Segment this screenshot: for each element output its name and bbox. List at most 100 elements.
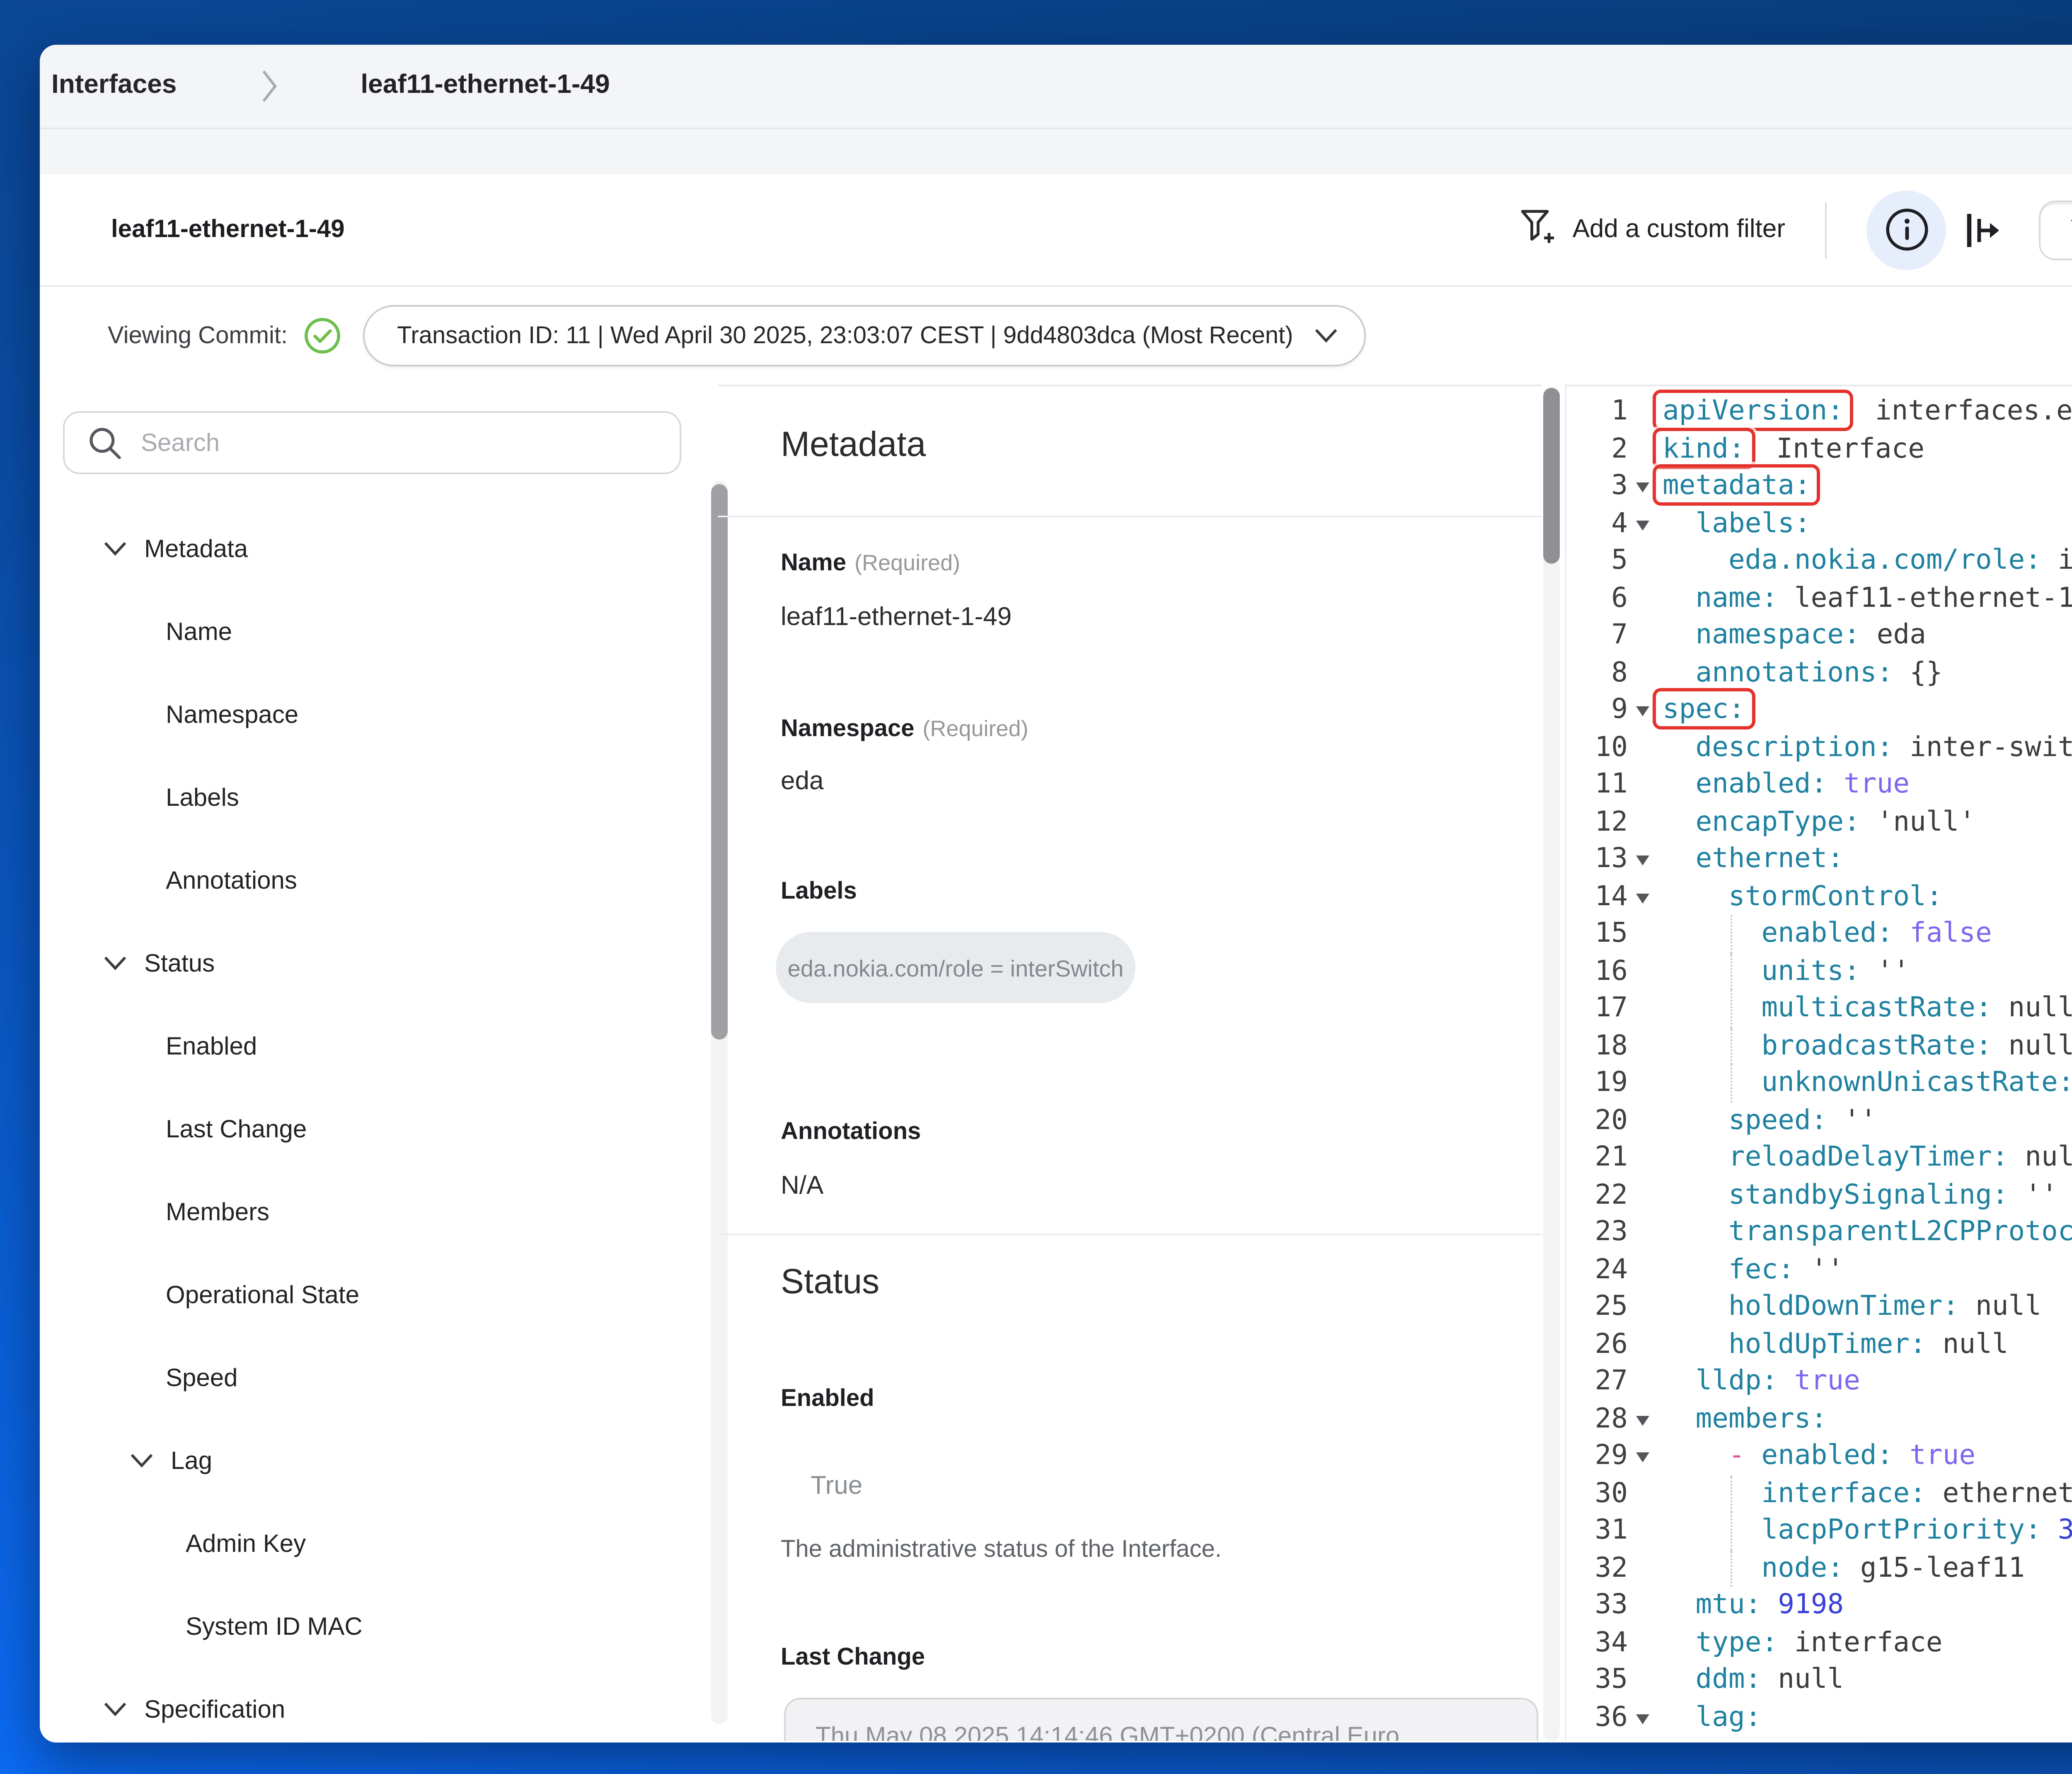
yaml-line-code: unknownUnicastRate: null [1663, 1064, 2072, 1102]
yaml-key: reloadDelayTimer: [1728, 1141, 2009, 1172]
yaml-line-code: multicastRate: null [1663, 990, 2072, 1027]
last-change-field-label: Last Change [781, 1645, 925, 1671]
yaml-value: g15-leaf11 [1844, 1551, 2025, 1583]
metadata-scrollbar-thumb[interactable] [1543, 388, 1560, 564]
yaml-key: encapType: [1696, 805, 1860, 836]
line-number: 24 [1566, 1251, 1628, 1288]
annotation-highlight-box: spec: [1653, 688, 1755, 729]
tree-item-label: Status [144, 949, 215, 977]
tree-item-annotations[interactable]: Annotations [40, 839, 711, 922]
line-number: 4 [1566, 505, 1628, 542]
last-change-value-box[interactable]: Thu May 08 2025 14:14:46 GMT+0200 (Centr… [784, 1698, 1538, 1741]
line-number: 35 [1566, 1661, 1628, 1699]
tree-item-lag[interactable]: Lag [40, 1419, 711, 1502]
yaml-line-7: 7 namespace: eda [1566, 617, 2072, 654]
tree-item-enabled[interactable]: Enabled [40, 1005, 711, 1088]
yaml-line-26: 26 holdUpTimer: null [1566, 1326, 2072, 1363]
search-input[interactable] [141, 429, 663, 457]
yaml-key: interface: [1761, 1476, 1926, 1508]
status-section-title: Status [781, 1263, 879, 1303]
metadata-scrollbar-track[interactable] [1543, 386, 1560, 1741]
yaml-line-code: ethernet: [1663, 841, 1844, 878]
viewing-commit-label: Viewing Commit: [108, 322, 288, 349]
yaml-key: transparentL2CPProtocols: [1728, 1215, 2072, 1247]
yaml-line-code: - enabled: true [1663, 1437, 1975, 1475]
breadcrumb-interfaces[interactable]: Interfaces [51, 71, 177, 101]
yaml-value: true [1893, 1439, 1975, 1471]
line-number: 16 [1566, 952, 1628, 990]
tree-item-specification[interactable]: Specification [40, 1668, 711, 1742]
collapse-caret-icon[interactable] [1636, 706, 1649, 716]
tree-item-label: Specification [144, 1695, 285, 1723]
line-number: 2 [1566, 430, 1628, 468]
label-chip-text: eda.nokia.com/role = interSwitch [788, 954, 1124, 981]
add-custom-filter-label: Add a custom filter [1573, 215, 1785, 245]
tree-item-system-id-mac[interactable]: System ID MAC [40, 1585, 711, 1668]
yaml-line-code: kind: Interface [1663, 430, 1924, 468]
yaml-value: interface [1778, 1626, 1942, 1657]
collapse-caret-icon[interactable] [1636, 855, 1649, 865]
yaml-line-17: 17 multicastRate: null [1566, 990, 2072, 1027]
yaml-value: {} [1893, 656, 1942, 687]
info-button[interactable] [1866, 190, 1946, 269]
tree-item-last-change[interactable]: Last Change [40, 1088, 711, 1171]
line-number: 23 [1566, 1214, 1628, 1251]
add-custom-filter-button[interactable]: Add a custom filter [1520, 209, 1785, 250]
tree-item-status[interactable]: Status [40, 922, 711, 1005]
sidebar-search [63, 411, 681, 474]
tree-item-operational-state[interactable]: Operational State [40, 1253, 711, 1336]
breadcrumb-current: leaf11-ethernet-1-49 [361, 71, 610, 101]
line-number: 29 [1566, 1437, 1628, 1475]
yaml-line-code: speed: '' [1663, 1102, 1877, 1139]
yaml-key: labels: [1696, 507, 1811, 538]
yaml-line-code: standbySignaling: '' [1663, 1176, 2058, 1214]
collapse-caret-icon[interactable] [1636, 520, 1649, 530]
status-section-divider [718, 1234, 1542, 1235]
tree-item-labels[interactable]: Labels [40, 756, 711, 839]
annotation-highlight-box: metadata: [1653, 464, 1821, 506]
view-mode-select[interactable]: YAML [2039, 200, 2072, 259]
yaml-line-23: 23 transparentL2CPProtocols: [] [1566, 1214, 2072, 1251]
yaml-key: enabled: [1762, 1439, 1893, 1471]
yaml-line-1: 1apiVersion: interfaces.eda.nokia.com/v1… [1566, 393, 2072, 430]
tree-item-label: Labels [166, 783, 239, 812]
line-number: 8 [1566, 654, 1628, 691]
tree-item-name[interactable]: Name [40, 590, 711, 673]
yaml-line-16: 16 units: '' [1566, 952, 2072, 990]
yaml-value: 'null' [1860, 805, 1975, 836]
yaml-line-code: holdDownTimer: null [1663, 1288, 2041, 1326]
tree-item-label: Name [166, 618, 232, 646]
yaml-line-32: 32 node: g15-leaf11 [1566, 1549, 2072, 1587]
search-icon [88, 425, 123, 460]
collapse-caret-icon[interactable] [1636, 1452, 1649, 1462]
yaml-line-25: 25 holdDownTimer: null [1566, 1288, 2072, 1326]
yaml-key: annotations: [1696, 656, 1893, 687]
yaml-key: description: [1696, 730, 1893, 762]
tree-item-members[interactable]: Members [40, 1171, 711, 1253]
label-chip[interactable]: eda.nokia.com/role = interSwitch [776, 932, 1135, 1003]
collapse-caret-icon[interactable] [1636, 1415, 1649, 1425]
namespace-field-label: Namespace(Required) [781, 715, 1029, 744]
tree-item-speed[interactable]: Speed [40, 1336, 711, 1419]
yaml-key: unknownUnicastRate: [1761, 1066, 2072, 1098]
yaml-key: kind: [1663, 432, 1745, 463]
yaml-key: mtu: [1696, 1588, 1762, 1620]
transaction-selector[interactable]: Transaction ID: 11 | Wed April 30 2025, … [362, 305, 1366, 366]
yaml-line-3: 3metadata: [1566, 468, 2072, 505]
yaml-key: enabled: [1696, 768, 1828, 799]
tree-item-namespace[interactable]: Namespace [40, 673, 711, 756]
tree-item-metadata[interactable]: Metadata [40, 507, 711, 590]
line-number: 5 [1566, 542, 1628, 579]
yaml-key: stormControl: [1728, 880, 1943, 911]
collapse-panel-button[interactable] [1963, 208, 2006, 251]
yaml-line-code: annotations: {} [1663, 654, 1943, 691]
tree-item-admin-key[interactable]: Admin Key [40, 1502, 711, 1585]
yaml-editor: 1apiVersion: interfaces.eda.nokia.com/v1… [1565, 385, 2072, 1741]
collapse-caret-icon[interactable] [1636, 482, 1649, 492]
collapse-caret-icon[interactable] [1636, 893, 1649, 903]
yaml-line-24: 24 fec: '' [1566, 1251, 2072, 1288]
yaml-line-code: units: '' [1663, 952, 1910, 990]
yaml-line-12: 12 encapType: 'null' [1566, 803, 2072, 841]
collapse-caret-icon[interactable] [1636, 1713, 1649, 1723]
filter-funnel-icon [1520, 209, 1554, 250]
